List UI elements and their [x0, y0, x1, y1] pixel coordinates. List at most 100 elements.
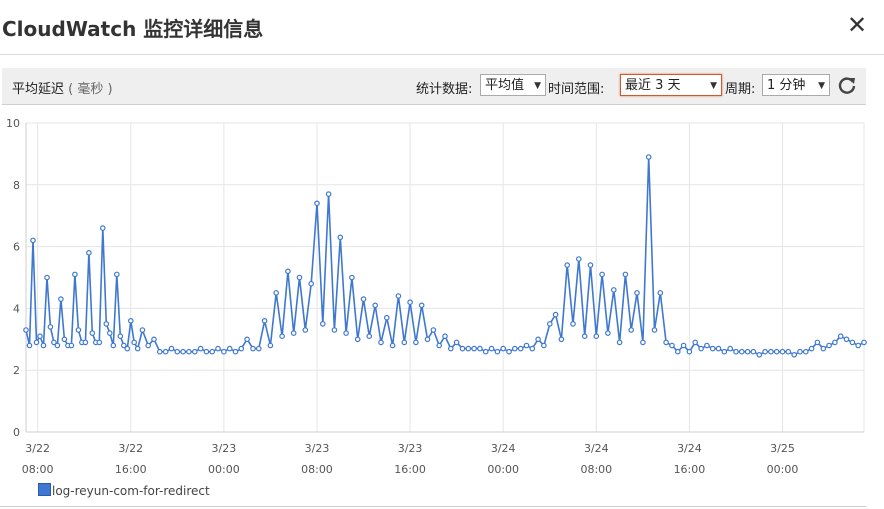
data-point	[814, 339, 821, 346]
data-point	[506, 348, 512, 355]
x-tick-time: 00:00	[767, 463, 799, 476]
data-point	[721, 348, 728, 355]
latency-chart: 0 2 4 6 8 10 3/22 08:00 3/22 16:00 3/23 00:00 3/23 08…	[6, 117, 867, 476]
data-point	[134, 345, 141, 352]
data-point	[558, 336, 565, 343]
data-point	[128, 318, 134, 324]
data-point	[622, 271, 629, 278]
x-tick-date: 3/25	[770, 442, 795, 455]
data-point	[529, 345, 536, 352]
statistic-select[interactable]: 平均值 ▼	[480, 74, 546, 96]
chevron-down-icon: ▼	[534, 81, 541, 91]
data-point	[366, 333, 373, 340]
data-point	[110, 342, 117, 349]
data-point	[26, 342, 33, 349]
data-point	[61, 336, 68, 343]
data-point	[47, 324, 54, 330]
data-point	[715, 345, 722, 352]
time-range-select[interactable]: 最近 3 天 ▼	[620, 74, 722, 96]
data-point	[843, 336, 850, 343]
data-point	[100, 225, 106, 231]
data-point	[605, 330, 611, 336]
y-tick-label: 10	[6, 117, 20, 130]
data-point	[523, 342, 530, 349]
legend-swatch	[38, 483, 51, 496]
data-point	[131, 339, 138, 346]
data-point	[354, 336, 361, 343]
period-select[interactable]: 1 分钟 ▼	[762, 74, 830, 96]
refresh-icon[interactable]	[836, 74, 858, 96]
data-point	[389, 342, 396, 349]
chevron-down-icon: ▼	[818, 81, 825, 91]
data-point	[477, 345, 483, 352]
data-point	[209, 348, 216, 355]
data-point	[157, 348, 163, 355]
data-point	[430, 327, 437, 333]
data-point	[75, 327, 82, 333]
data-point	[733, 348, 739, 355]
window-title: CloudWatch 监控详细信息	[2, 17, 264, 41]
metric-unit: ( 毫秒 )	[68, 82, 113, 97]
data-point	[244, 336, 250, 343]
series-line	[25, 156, 865, 356]
data-point	[267, 342, 274, 349]
data-point	[762, 348, 768, 355]
data-point	[68, 342, 75, 349]
data-point	[58, 296, 64, 302]
data-point	[657, 290, 664, 296]
metric-label: 平均延迟 ( 毫秒 )	[12, 78, 113, 97]
divider	[0, 506, 866, 507]
data-point	[575, 256, 582, 262]
data-point	[232, 348, 239, 355]
title-bar: CloudWatch 监控详细信息 ✕	[0, 0, 884, 55]
x-tick-time: 08:00	[580, 463, 612, 476]
data-point	[349, 274, 355, 281]
data-point	[401, 339, 408, 346]
data-point	[290, 330, 297, 336]
x-tick-time: 00:00	[487, 463, 519, 476]
data-point	[808, 345, 815, 352]
data-point	[517, 345, 524, 352]
close-icon[interactable]: ✕	[846, 12, 868, 38]
data-point	[203, 348, 210, 355]
data-point	[418, 302, 425, 309]
data-point	[488, 345, 495, 352]
data-point	[849, 339, 856, 346]
data-point	[861, 339, 867, 346]
legend-series-label: log-reyun-com-for-redirect	[52, 484, 210, 498]
data-point	[279, 333, 285, 340]
data-point	[378, 339, 384, 346]
data-point	[145, 342, 152, 349]
x-tick-time: 16:00	[115, 463, 147, 476]
data-point	[820, 345, 827, 352]
data-point	[186, 348, 192, 355]
data-point	[785, 348, 792, 355]
y-tick-label: 6	[13, 241, 20, 254]
data-point	[413, 339, 419, 346]
data-point	[308, 280, 315, 287]
x-tick-time: 00:00	[208, 463, 240, 476]
data-point	[343, 330, 349, 336]
time-range-label: 时间范围:	[548, 82, 605, 97]
data-point	[250, 345, 256, 352]
data-point	[587, 262, 594, 268]
data-point	[494, 348, 501, 355]
x-tick-date: 3/22	[118, 442, 143, 455]
data-point	[238, 345, 245, 352]
data-point	[337, 234, 344, 241]
data-point	[383, 314, 390, 321]
data-point	[325, 191, 332, 197]
data-point	[640, 339, 646, 346]
x-tick-date: 3/22	[25, 442, 50, 455]
data-point	[465, 345, 472, 352]
data-point	[107, 330, 113, 336]
data-point	[296, 274, 303, 281]
x-tick-date: 3/23	[212, 442, 237, 455]
data-point	[192, 348, 198, 355]
y-tick-label: 0	[13, 426, 20, 439]
data-point	[197, 345, 204, 352]
period-value: 1 分钟	[767, 78, 806, 93]
statistic-label: 统计数据:	[416, 82, 473, 97]
data-point	[599, 271, 605, 278]
x-tick-date: 3/24	[584, 442, 609, 455]
